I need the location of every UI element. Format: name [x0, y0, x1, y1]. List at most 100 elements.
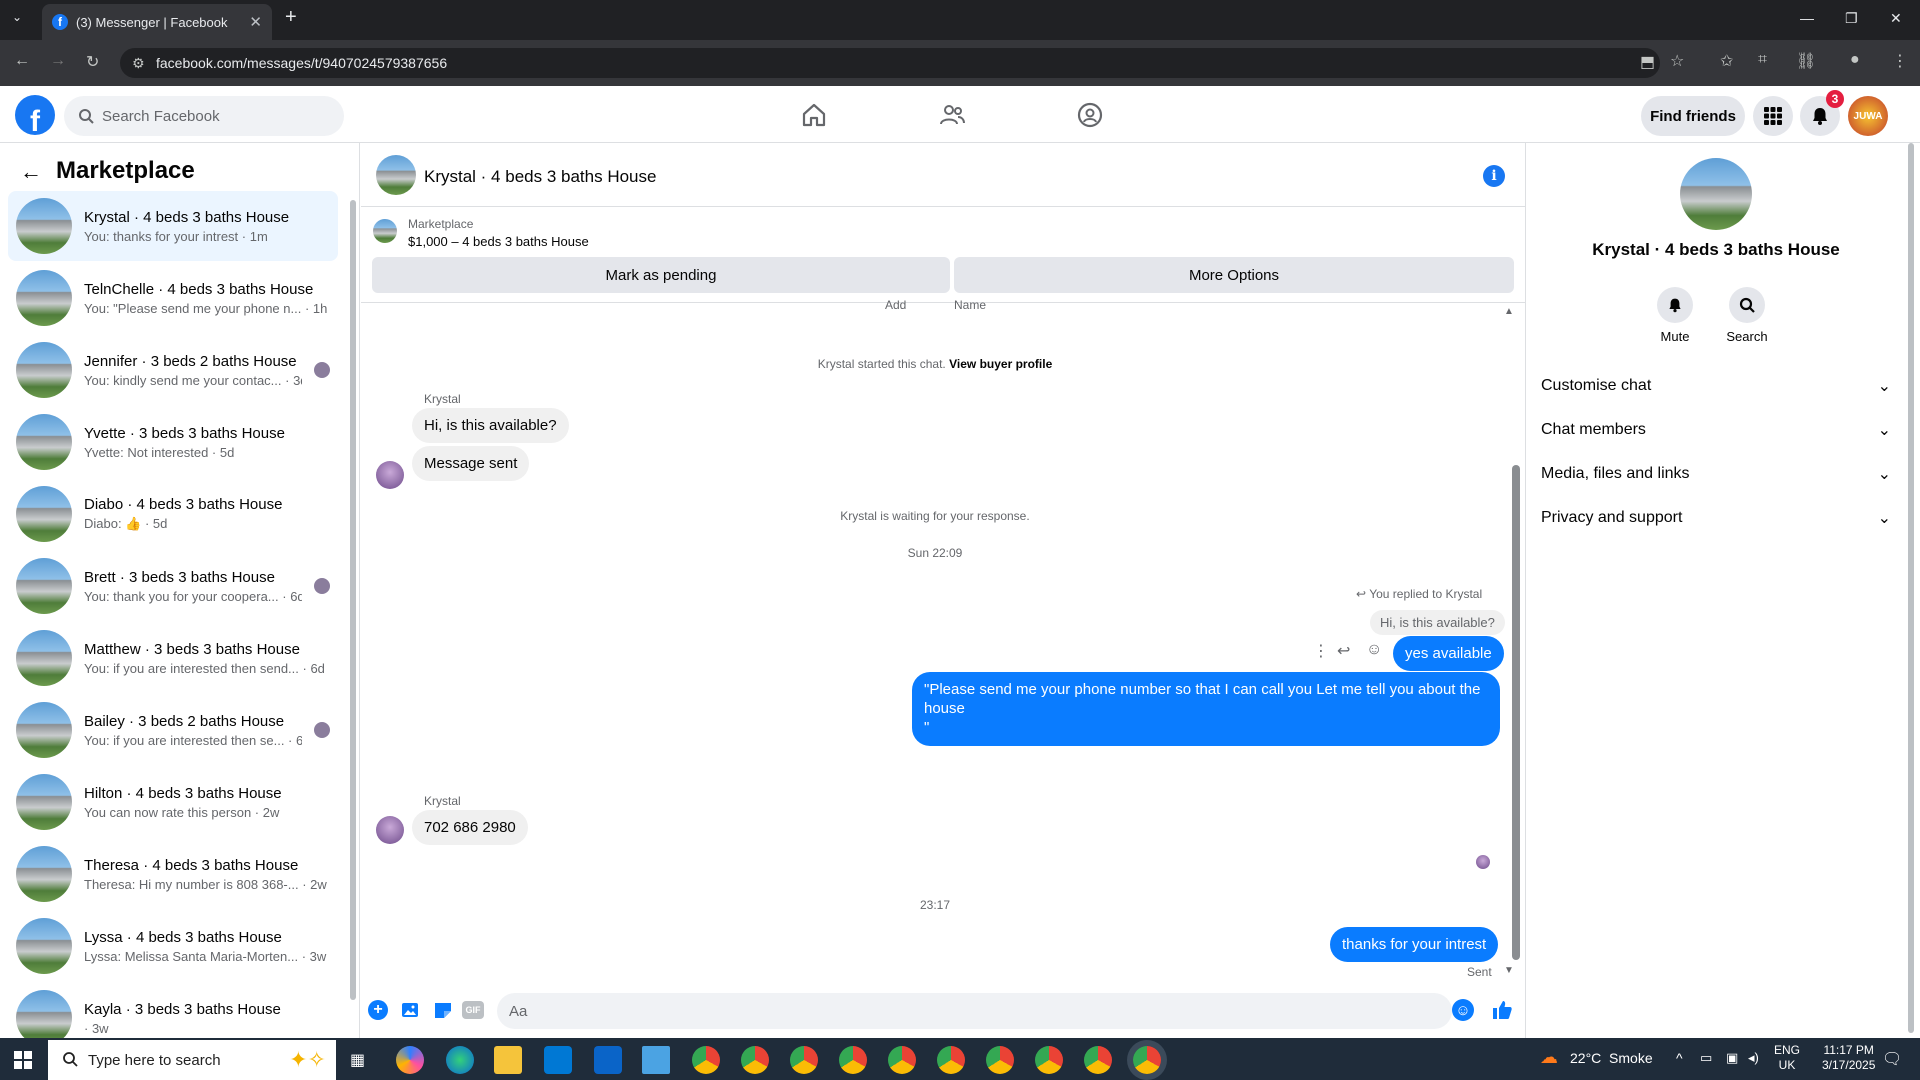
- incoming-message[interactable]: 702 686 2980: [412, 810, 528, 845]
- store-icon[interactable]: [544, 1046, 572, 1074]
- bookmark-star-icon[interactable]: ☆: [1670, 51, 1684, 71]
- chrome-icon[interactable]: [790, 1046, 818, 1074]
- conversation-item[interactable]: Kayla · 3 beds 3 baths House · 3w: [8, 983, 338, 1038]
- outgoing-message[interactable]: "Please send me your phone number so tha…: [912, 672, 1500, 746]
- translate-icon[interactable]: ⌗: [1758, 51, 1767, 69]
- page-scrollbar[interactable]: [1908, 143, 1914, 1033]
- message-input[interactable]: Aa: [497, 993, 1452, 1029]
- sender-avatar[interactable]: [376, 816, 404, 844]
- right-panel-avatar[interactable]: [1680, 158, 1752, 230]
- mute-label[interactable]: Mute: [1645, 329, 1705, 344]
- conversation-item[interactable]: Diabo · 4 beds 3 baths House Diabo: 👍 · 5…: [8, 479, 338, 549]
- find-friends-button[interactable]: Find friends: [1641, 96, 1745, 136]
- weather-text[interactable]: 22°C Smoke: [1570, 1050, 1653, 1066]
- edge-icon[interactable]: [446, 1046, 474, 1074]
- chrome-menu-icon[interactable]: ⋮: [1892, 51, 1908, 71]
- link-icon[interactable]: ⛓: [1796, 51, 1816, 71]
- section-chat-members[interactable]: Chat members ⌄: [1541, 420, 1891, 440]
- clock[interactable]: 11:17 PM 3/17/2025: [1822, 1043, 1875, 1073]
- conversation-item[interactable]: Matthew · 3 beds 3 baths House You: if yo…: [8, 623, 338, 693]
- bookmarks-icon[interactable]: ✩: [1720, 51, 1733, 71]
- windows-start-icon[interactable]: [14, 1051, 32, 1069]
- chrome-icon-active[interactable]: [1133, 1046, 1161, 1074]
- chrome-icon[interactable]: [888, 1046, 916, 1074]
- file-explorer-icon[interactable]: [494, 1046, 522, 1074]
- incoming-message[interactable]: Hi, is this available?: [412, 408, 569, 443]
- weather-icon[interactable]: ☁: [1540, 1047, 1558, 1068]
- close-window-icon[interactable]: ✕: [1890, 10, 1902, 27]
- chrome-icon[interactable]: [1084, 1046, 1112, 1074]
- language-indicator[interactable]: ENG UK: [1774, 1043, 1800, 1073]
- account-avatar[interactable]: JUWA: [1848, 96, 1888, 136]
- menu-grid-icon[interactable]: [1753, 96, 1793, 136]
- app-icon[interactable]: [642, 1046, 670, 1074]
- minimize-icon[interactable]: —: [1800, 10, 1814, 26]
- outlook-icon[interactable]: [594, 1046, 622, 1074]
- info-icon[interactable]: i: [1483, 165, 1505, 187]
- mark-as-pending-button[interactable]: Mark as pending: [372, 257, 950, 293]
- more-options-button[interactable]: More Options: [954, 257, 1514, 293]
- mute-bell-icon[interactable]: [1657, 287, 1693, 323]
- search-label[interactable]: Search: [1717, 329, 1777, 344]
- react-emoji-icon[interactable]: ☺: [1366, 641, 1382, 659]
- photo-icon[interactable]: [400, 999, 422, 1021]
- volume-icon[interactable]: ◂): [1748, 1050, 1759, 1066]
- facebook-logo-icon[interactable]: f: [15, 95, 55, 135]
- outgoing-message[interactable]: yes available: [1393, 636, 1504, 671]
- conversation-item[interactable]: Bailey · 3 beds 2 baths House You: if you…: [8, 695, 338, 765]
- groups-icon[interactable]: [1076, 101, 1104, 129]
- taskbar-search-input[interactable]: Type here to search ✦✧: [48, 1040, 336, 1080]
- site-info-icon[interactable]: ⚙: [132, 55, 145, 72]
- sender-avatar[interactable]: [376, 461, 404, 489]
- close-tab-icon[interactable]: ✕: [249, 13, 262, 31]
- section-media-files-links[interactable]: Media, files and links ⌄: [1541, 464, 1891, 484]
- tray-network-icon[interactable]: ▭: [1700, 1050, 1712, 1066]
- chrome-icon[interactable]: [692, 1046, 720, 1074]
- gif-icon[interactable]: GIF: [462, 1001, 484, 1019]
- conversation-item[interactable]: Krystal · 4 beds 3 baths House You: thank…: [8, 191, 338, 261]
- chat-avatar[interactable]: [376, 155, 416, 195]
- tab-search-icon[interactable]: ⌄: [12, 10, 22, 24]
- listing-thumbnail[interactable]: [373, 219, 397, 243]
- sidebar-scrollbar[interactable]: [350, 200, 356, 1000]
- address-bar[interactable]: ⚙ facebook.com/messages/t/94070245793876…: [120, 48, 1660, 78]
- message-more-icon[interactable]: ⋮: [1313, 641, 1329, 661]
- search-in-chat-icon[interactable]: [1729, 287, 1765, 323]
- thumbs-up-icon[interactable]: [1490, 998, 1514, 1022]
- scroll-up-icon[interactable]: ▲: [1504, 306, 1514, 317]
- add-plus-icon[interactable]: +: [368, 1000, 388, 1020]
- emoji-icon[interactable]: ☺: [1452, 999, 1474, 1021]
- install-app-icon[interactable]: ⬒: [1640, 52, 1655, 72]
- conversation-item[interactable]: Lyssa · 4 beds 3 baths House Lyssa: Melis…: [8, 911, 338, 981]
- chrome-icon[interactable]: [1035, 1046, 1063, 1074]
- profile-icon[interactable]: ●: [1850, 51, 1860, 69]
- task-view-icon[interactable]: ▦: [350, 1050, 365, 1070]
- forward-icon[interactable]: →: [50, 52, 66, 70]
- conversation-item[interactable]: Jennifer · 3 beds 2 baths House You: kind…: [8, 335, 338, 405]
- incoming-message[interactable]: Message sent: [412, 446, 530, 481]
- notification-center-icon[interactable]: 🗨: [1882, 1049, 1902, 1069]
- section-customise-chat[interactable]: Customise chat ⌄: [1541, 376, 1891, 396]
- copilot-icon[interactable]: [396, 1046, 424, 1074]
- reply-action-icon[interactable]: ↩: [1337, 641, 1350, 661]
- back-arrow-icon[interactable]: ←: [20, 159, 42, 185]
- conversation-item[interactable]: Theresa · 4 beds 3 baths House Theresa: H…: [8, 839, 338, 909]
- chrome-icon[interactable]: [986, 1046, 1014, 1074]
- outgoing-message[interactable]: thanks for your intrest: [1330, 927, 1499, 962]
- conversation-item[interactable]: Yvette · 3 beds 3 baths House Yvette: Not…: [8, 407, 338, 477]
- home-icon[interactable]: [800, 101, 828, 129]
- view-buyer-profile-link[interactable]: View buyer profile: [949, 357, 1052, 371]
- conversation-item[interactable]: TelnChelle · 4 beds 3 baths House You: "P…: [8, 263, 338, 333]
- chrome-icon[interactable]: [937, 1046, 965, 1074]
- chrome-icon[interactable]: [741, 1046, 769, 1074]
- conversation-item[interactable]: Brett · 3 beds 3 baths House You: thank y…: [8, 551, 338, 621]
- reload-icon[interactable]: ↻: [86, 52, 99, 72]
- browser-tab[interactable]: f (3) Messenger | Facebook ✕: [42, 4, 272, 40]
- new-tab-icon[interactable]: +: [285, 6, 297, 29]
- chat-title[interactable]: Krystal · 4 beds 3 baths House: [424, 167, 656, 187]
- chrome-icon[interactable]: [839, 1046, 867, 1074]
- section-privacy-support[interactable]: Privacy and support ⌄: [1541, 508, 1891, 528]
- quoted-message[interactable]: Hi, is this available?: [1370, 610, 1505, 635]
- restore-icon[interactable]: ❐: [1845, 10, 1858, 27]
- back-icon[interactable]: ←: [14, 52, 30, 70]
